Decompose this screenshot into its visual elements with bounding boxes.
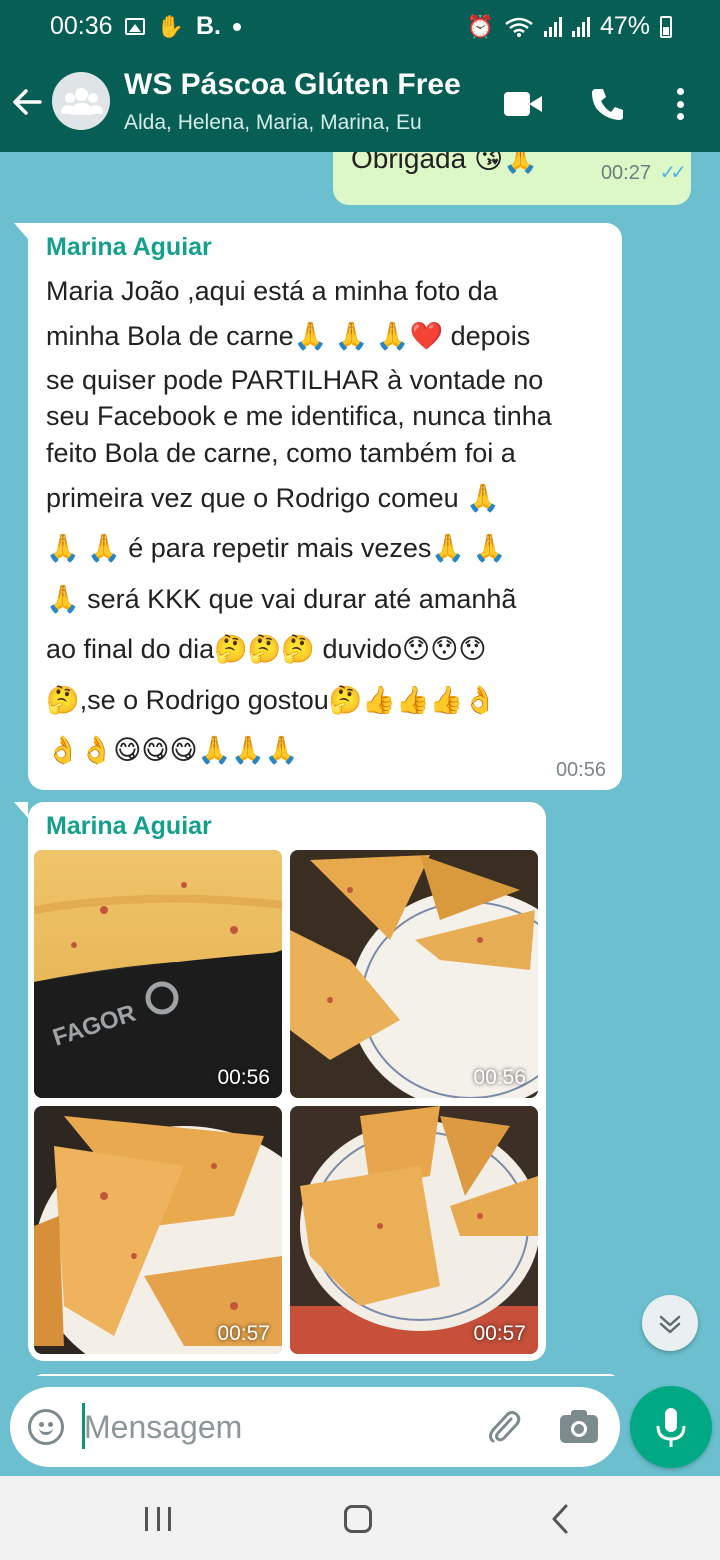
attachment-icon[interactable] [484,1407,524,1447]
notification-dot-icon [232,22,241,31]
video-call-icon[interactable] [504,92,542,116]
incoming-photo-album[interactable]: Marina Aguiar FAGOR 00:56 00:56 00:57 00… [14,802,546,1361]
system-navigation-bar [0,1476,720,1560]
photo-time: 00:57 [217,1322,270,1345]
hand-icon: ✋ [156,13,184,39]
chat-messages[interactable]: Obrigada 😘🙏 00:27 ✓✓ Marina Aguiar Maria… [0,152,720,1376]
photo-time: 00:56 [473,1066,526,1089]
read-receipt-icon: ✓✓ [659,162,686,184]
wifi-icon [505,17,533,37]
group-avatar[interactable] [52,72,110,130]
message-line: feito Bola de carne, como também foi a [46,438,516,468]
back-arrow-icon[interactable] [10,82,46,122]
photo-thumbnail[interactable]: 00:56 [290,850,538,1098]
chat-title[interactable]: WS Páscoa Glúten Free [124,68,461,102]
status-time: 00:36 [50,12,113,40]
chat-participants[interactable]: Alda, Helena, Maria, Marina, Eu [124,111,422,135]
photo-thumbnail[interactable]: 00:57 [34,1106,282,1354]
incoming-message[interactable]: Marina Aguiar Maria João ,aqui está a mi… [14,223,622,790]
message-line: seu Facebook e me identifica, nunca tinh… [46,401,552,431]
more-options-icon[interactable] [666,84,694,124]
emoji-icon[interactable] [28,1409,64,1445]
message-line: 🙏 🙏 é para repetir mais vezes🙏 🙏 [46,533,507,563]
message-line: primeira vez que o Rodrigo comeu 🙏 [46,483,500,513]
chat-header: WS Páscoa Glúten Free Alda, Helena, Mari… [0,54,720,152]
camera-icon[interactable] [560,1409,598,1445]
battery-icon [660,15,672,38]
message-line: ao final do dia🤔🤔🤔 duvido😯😯😯 [46,634,487,664]
next-message-edge [33,1374,619,1376]
message-time: 00:27 [600,162,651,184]
message-time: 00:56 [555,759,606,781]
message-composer [10,1387,620,1467]
double-chevron-down-icon [659,1315,681,1334]
photo-time: 00:57 [473,1322,526,1345]
message-line: 🤔,se o Rodrigo gostou🤔👍👍👍👌 [46,685,497,715]
message-line: 👌👌😋😋😋🙏🙏🙏 [46,735,299,765]
phone-call-icon[interactable] [588,84,628,124]
sender-name[interactable]: Marina Aguiar [46,233,212,262]
message-input[interactable] [84,1403,474,1451]
signal-icon [543,16,562,37]
home-icon[interactable] [344,1505,372,1533]
notification-b-icon: B. [195,12,221,40]
photo-thumbnail[interactable]: 00:57 [290,1106,538,1354]
recent-apps-icon[interactable] [145,1507,171,1531]
message-line: Maria João ,aqui está a minha foto da [46,276,498,306]
message-line: 🙏 será KKK que vai durar até amanhã [46,584,517,614]
outgoing-message[interactable]: Obrigada 😘🙏 00:27 ✓✓ [333,152,691,205]
message-line: minha Bola de carne🙏 🙏 🙏❤️ depois [46,321,531,351]
battery-percent: 47% [599,12,650,40]
signal-icon-2 [571,16,590,37]
gallery-icon [124,18,145,35]
photo-thumbnail[interactable]: FAGOR 00:56 [34,850,282,1098]
microphone-icon[interactable] [630,1386,712,1468]
message-line: se quiser pode PARTILHAR à vontade no [46,365,544,395]
scroll-to-bottom-button[interactable] [642,1295,698,1351]
alarm-icon: ⏰ [466,13,494,39]
message-text: Obrigada 😘🙏 [351,152,539,174]
photo-time: 00:56 [217,1066,270,1089]
sender-name[interactable]: Marina Aguiar [46,812,212,841]
nav-back-icon[interactable] [550,1503,570,1535]
status-bar: 00:36 ✋ B. ⏰ 47% [0,0,720,54]
